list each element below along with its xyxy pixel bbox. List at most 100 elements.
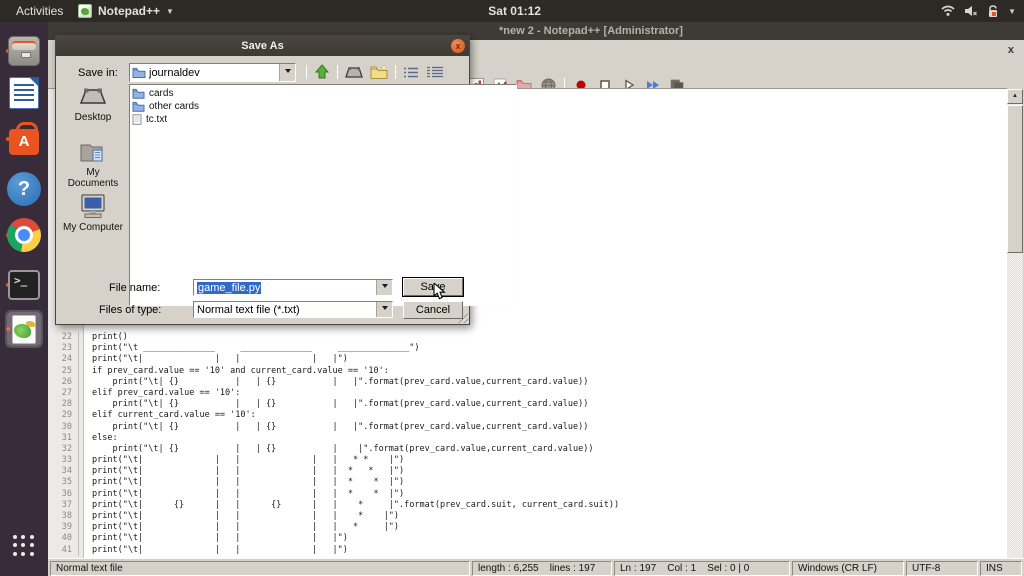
code-line[interactable]: 35 print("\t| | | | | * * |") — [48, 477, 1007, 488]
line-text: print("\t| | | | |") — [78, 533, 348, 544]
chevron-down-icon: ▼ — [166, 7, 174, 16]
line-text: print("\t| | | | |") — [78, 545, 348, 556]
line-text: print("\t ______________ ______________ … — [78, 343, 420, 354]
place-label: My Computer — [60, 222, 126, 233]
line-text: if prev_card.value == '10' and current_c… — [78, 366, 389, 377]
line-number: 25 — [48, 366, 78, 377]
dock-item-ubuntu-software[interactable]: A — [5, 120, 43, 158]
code-line[interactable]: 32 print("\t| {} | | {} | |".format(prev… — [48, 444, 1007, 455]
dock-item-terminal[interactable]: >_ — [5, 266, 43, 304]
code-line[interactable]: 38 print("\t| | | | | * |") — [48, 511, 1007, 522]
code-line[interactable]: 28 print("\t| {} | | {} | |".format(prev… — [48, 399, 1007, 410]
line-number: 40 — [48, 533, 78, 544]
dropdown-button[interactable] — [376, 280, 392, 295]
line-text: print("\t| {} | | {} | |".format(prev_ca… — [78, 399, 588, 410]
chevron-down-icon — [382, 284, 388, 291]
file-type-value: Normal text file (*.txt) — [194, 304, 376, 316]
file-list[interactable]: cards other cards tc.txt — [129, 84, 517, 306]
lock-icon — [987, 5, 999, 18]
code-line[interactable]: 31 else: — [48, 433, 1007, 444]
place-my-documents[interactable]: My Documents — [60, 139, 126, 189]
separator — [395, 65, 396, 79]
code-line[interactable]: 23 print("\t ______________ ____________… — [48, 343, 1007, 354]
wifi-icon — [941, 5, 955, 17]
dock-item-help[interactable]: ? — [5, 170, 43, 208]
status-eol-format[interactable]: Windows (CR LF) — [792, 561, 904, 576]
dropdown-button[interactable] — [376, 302, 392, 317]
file-name-input[interactable]: game_file.py — [193, 279, 393, 296]
code-line[interactable]: 33 print("\t| | | | | * * |") — [48, 455, 1007, 466]
save-in-combo[interactable]: journaldev — [129, 63, 296, 82]
dock-item-files[interactable] — [5, 32, 43, 70]
file-type-select[interactable]: Normal text file (*.txt) — [193, 301, 393, 318]
terminal-icon: >_ — [8, 270, 40, 300]
line-number: 31 — [48, 433, 78, 444]
save-in-row: Save in: journaldev — [56, 62, 469, 84]
dialog-titlebar[interactable]: Save As x — [56, 36, 469, 56]
code-line[interactable]: 39 print("\t| | | | | * |") — [48, 522, 1007, 533]
status-encoding[interactable]: UTF-8 — [906, 561, 978, 576]
code-line[interactable]: 34 print("\t| | | | | * * |") — [48, 466, 1007, 477]
libreoffice-writer-icon — [9, 77, 39, 109]
code-line[interactable]: 26 print("\t| {} | | {} | |".format(prev… — [48, 377, 1007, 388]
new-folder-icon[interactable] — [370, 65, 388, 79]
clock[interactable]: Sat 01:12 — [488, 0, 541, 22]
scroll-up-icon[interactable]: ▲ — [1007, 89, 1023, 104]
code-line[interactable]: 36 print("\t| | | | | * * |") — [48, 489, 1007, 500]
line-number: 38 — [48, 511, 78, 522]
file-type-icon — [132, 114, 142, 125]
dock-item-libreoffice-writer[interactable] — [5, 74, 43, 112]
line-number: 36 — [48, 489, 78, 500]
code-line[interactable]: 24 print("\t| | | | |") — [48, 354, 1007, 365]
chevron-down-icon: ▼ — [1008, 7, 1016, 16]
status-bar: Normal text file length : 6,255 lines : … — [48, 558, 1024, 576]
file-name: cards — [149, 88, 173, 99]
line-number: 30 — [48, 422, 78, 433]
code-line[interactable]: 27 elif prev_card.value == '10': — [48, 388, 1007, 399]
file-name: tc.txt — [146, 114, 167, 125]
place-desktop[interactable]: Desktop — [60, 86, 126, 123]
place-my-computer[interactable]: My Computer — [60, 192, 126, 233]
scrollbar-thumb[interactable] — [1007, 105, 1023, 253]
activities-button[interactable]: Activities — [10, 0, 69, 22]
selected-text: game_file.py — [197, 282, 261, 294]
details-view-icon[interactable] — [426, 66, 444, 79]
file-list-item[interactable]: tc.txt — [132, 113, 516, 126]
file-list-item[interactable]: cards — [132, 87, 516, 100]
code-line[interactable]: 30 print("\t| {} | | {} | |".format(prev… — [48, 422, 1007, 433]
volume-muted-icon — [964, 5, 978, 17]
status-insert-mode[interactable]: INS — [980, 561, 1022, 576]
dock-item-show-applications[interactable] — [5, 527, 43, 565]
chevron-down-icon — [382, 306, 388, 313]
cancel-button[interactable]: Cancel — [403, 301, 463, 319]
system-tray[interactable]: ▼ — [941, 0, 1016, 22]
code-line[interactable]: 40 print("\t| | | | |") — [48, 533, 1007, 544]
notepad-plus-plus-icon — [78, 4, 92, 18]
code-line[interactable]: 25 if prev_card.value == '10' and curren… — [48, 366, 1007, 377]
status-position-info: Ln : 197 Col : 1 Sel : 0 | 0 — [614, 561, 790, 576]
place-label: My Documents — [60, 167, 126, 189]
vertical-scrollbar[interactable]: ▲ ▼ — [1007, 89, 1023, 576]
dock-item-chrome[interactable] — [5, 216, 43, 254]
close-icon[interactable]: x — [451, 39, 465, 53]
dropdown-button[interactable] — [279, 64, 295, 81]
desktop-view-icon[interactable] — [345, 65, 363, 80]
ubuntu-software-icon: A — [9, 129, 39, 155]
line-number: 28 — [48, 399, 78, 410]
folder-icon — [132, 67, 146, 78]
file-name-value: game_file.py — [194, 282, 376, 294]
dock-item-notepad-plus-plus[interactable] — [5, 310, 43, 348]
code-line[interactable]: 22 print() — [48, 332, 1007, 343]
code-line[interactable]: 37 print("\t| {} | | {} | | * |".format(… — [48, 500, 1007, 511]
file-list-item[interactable]: other cards — [132, 100, 516, 113]
close-document-icon[interactable]: x — [1008, 44, 1014, 56]
code-line[interactable]: 29 elif current_card.value == '10': — [48, 410, 1007, 421]
list-view-icon[interactable] — [403, 66, 419, 79]
separator — [337, 65, 338, 79]
line-text: print("\t| | | | |") — [78, 354, 348, 365]
app-menu[interactable]: Notepad++ ▼ — [78, 0, 174, 22]
line-text: print("\t| | | | | * |") — [78, 522, 399, 533]
code-line[interactable]: 41 print("\t| | | | |") — [48, 545, 1007, 556]
up-one-level-icon[interactable] — [314, 64, 330, 80]
desktop-icon — [78, 86, 108, 110]
